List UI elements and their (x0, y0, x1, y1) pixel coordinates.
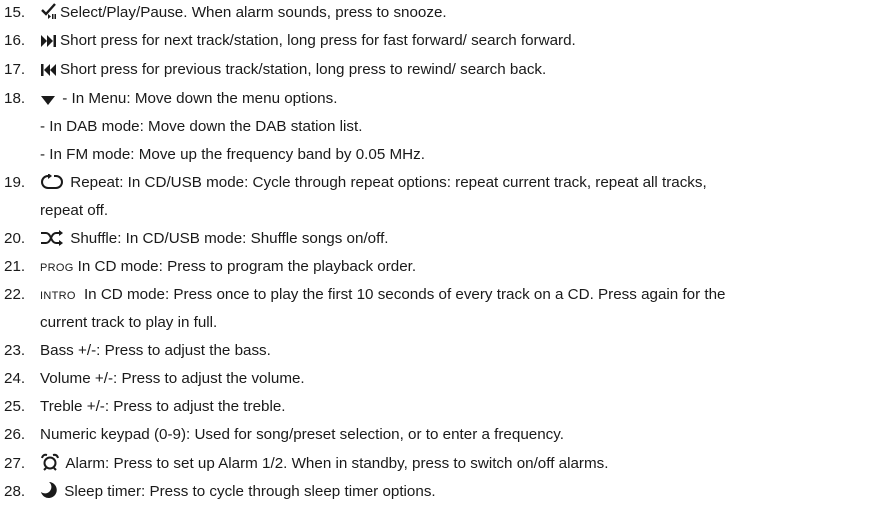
item-text: Short press for previous track/station, … (60, 61, 547, 78)
item-21: 21. PROG In CD mode: Press to program the … (4, 257, 416, 278)
sleep-moon-icon (40, 481, 58, 499)
item-number: 22. (4, 286, 26, 303)
item-23: 23. Bass +/-: Press to adjust the bass. (4, 341, 271, 361)
item-text: Numeric keypad (0-9): Used for song/pres… (40, 426, 564, 443)
item-25: 25. Treble +/-: Press to adjust the trebl… (4, 397, 286, 417)
item-number: 23. (4, 342, 26, 359)
item-text: Short press for next track/station, long… (60, 32, 576, 49)
item-number: 15. (4, 4, 26, 21)
item-number: 26. (4, 426, 26, 443)
item-22-continued: current track to play in full. (40, 314, 218, 331)
repeat-icon (40, 174, 64, 190)
shuffle-icon (40, 230, 64, 246)
item-text: Bass +/-: Press to adjust the bass. (40, 342, 271, 359)
select-play-pause-icon (40, 2, 58, 20)
item-text: In CD mode: Press to program the playbac… (77, 258, 417, 275)
item-number: 19. (4, 174, 26, 191)
item-15: 15. Select/Play/Pause. When alarm sounds,… (4, 2, 447, 23)
item-text: Repeat: In CD/USB mode: Cycle through re… (66, 174, 707, 191)
item-number: 25. (4, 398, 26, 415)
item-number: 28. (4, 483, 26, 500)
item-number: 16. (4, 32, 26, 49)
manual-button-list: 15. Select/Play/Pause. When alarm sounds,… (0, 0, 890, 513)
item-22: 22. INTRO In CD mode: Press once to play … (4, 285, 726, 306)
item-number: 20. (4, 230, 26, 247)
item-16: 16. Short press for next track/station, l… (4, 31, 576, 51)
next-track-icon (40, 34, 58, 48)
alarm-clock-icon (40, 453, 60, 471)
item-17: 17. Short press for previous track/statio… (4, 60, 546, 80)
intro-label: INTRO (40, 290, 76, 302)
item-27: 27. Alarm: Press to set up Alarm 1/2. Wh… (4, 453, 608, 474)
item-text: Select/Play/Pause. When alarm sounds, pr… (60, 4, 447, 21)
item-number: 24. (4, 370, 26, 387)
item-number: 17. (4, 61, 26, 78)
item-text: - In Menu: Move down the menu options. (58, 90, 338, 107)
item-text: Treble +/-: Press to adjust the treble. (40, 398, 286, 415)
item-number: 18. (4, 90, 26, 107)
item-24: 24. Volume +/-: Press to adjust the volum… (4, 369, 305, 389)
previous-track-icon (40, 63, 58, 77)
item-text: In CD mode: Press once to play the first… (79, 286, 726, 303)
item-18-sub-dab: - In DAB mode: Move down the DAB station… (40, 118, 363, 135)
item-text: Sleep timer: Press to cycle through slee… (60, 483, 436, 500)
item-text: Volume +/-: Press to adjust the volume. (40, 370, 305, 387)
prog-label: PROG (40, 262, 74, 274)
item-text: Shuffle: In CD/USB mode: Shuffle songs o… (66, 230, 389, 247)
item-19-continued: repeat off. (40, 202, 109, 219)
item-28: 28. Sleep timer: Press to cycle through … (4, 481, 436, 502)
item-number: 21. (4, 258, 26, 275)
item-20: 20. Shuffle: In CD/USB mode: Shuffle son… (4, 229, 389, 249)
item-26: 26. Numeric keypad (0-9): Used for song/p… (4, 425, 564, 445)
down-arrow-icon (40, 94, 56, 106)
item-18-sub-fm: - In FM mode: Move up the frequency band… (40, 146, 425, 163)
item-number: 27. (4, 455, 26, 472)
item-text: Alarm: Press to set up Alarm 1/2. When i… (62, 455, 609, 472)
item-18: 18. - In Menu: Move down the menu option… (4, 89, 337, 109)
item-19: 19. Repeat: In CD/USB mode: Cycle throug… (4, 173, 707, 193)
